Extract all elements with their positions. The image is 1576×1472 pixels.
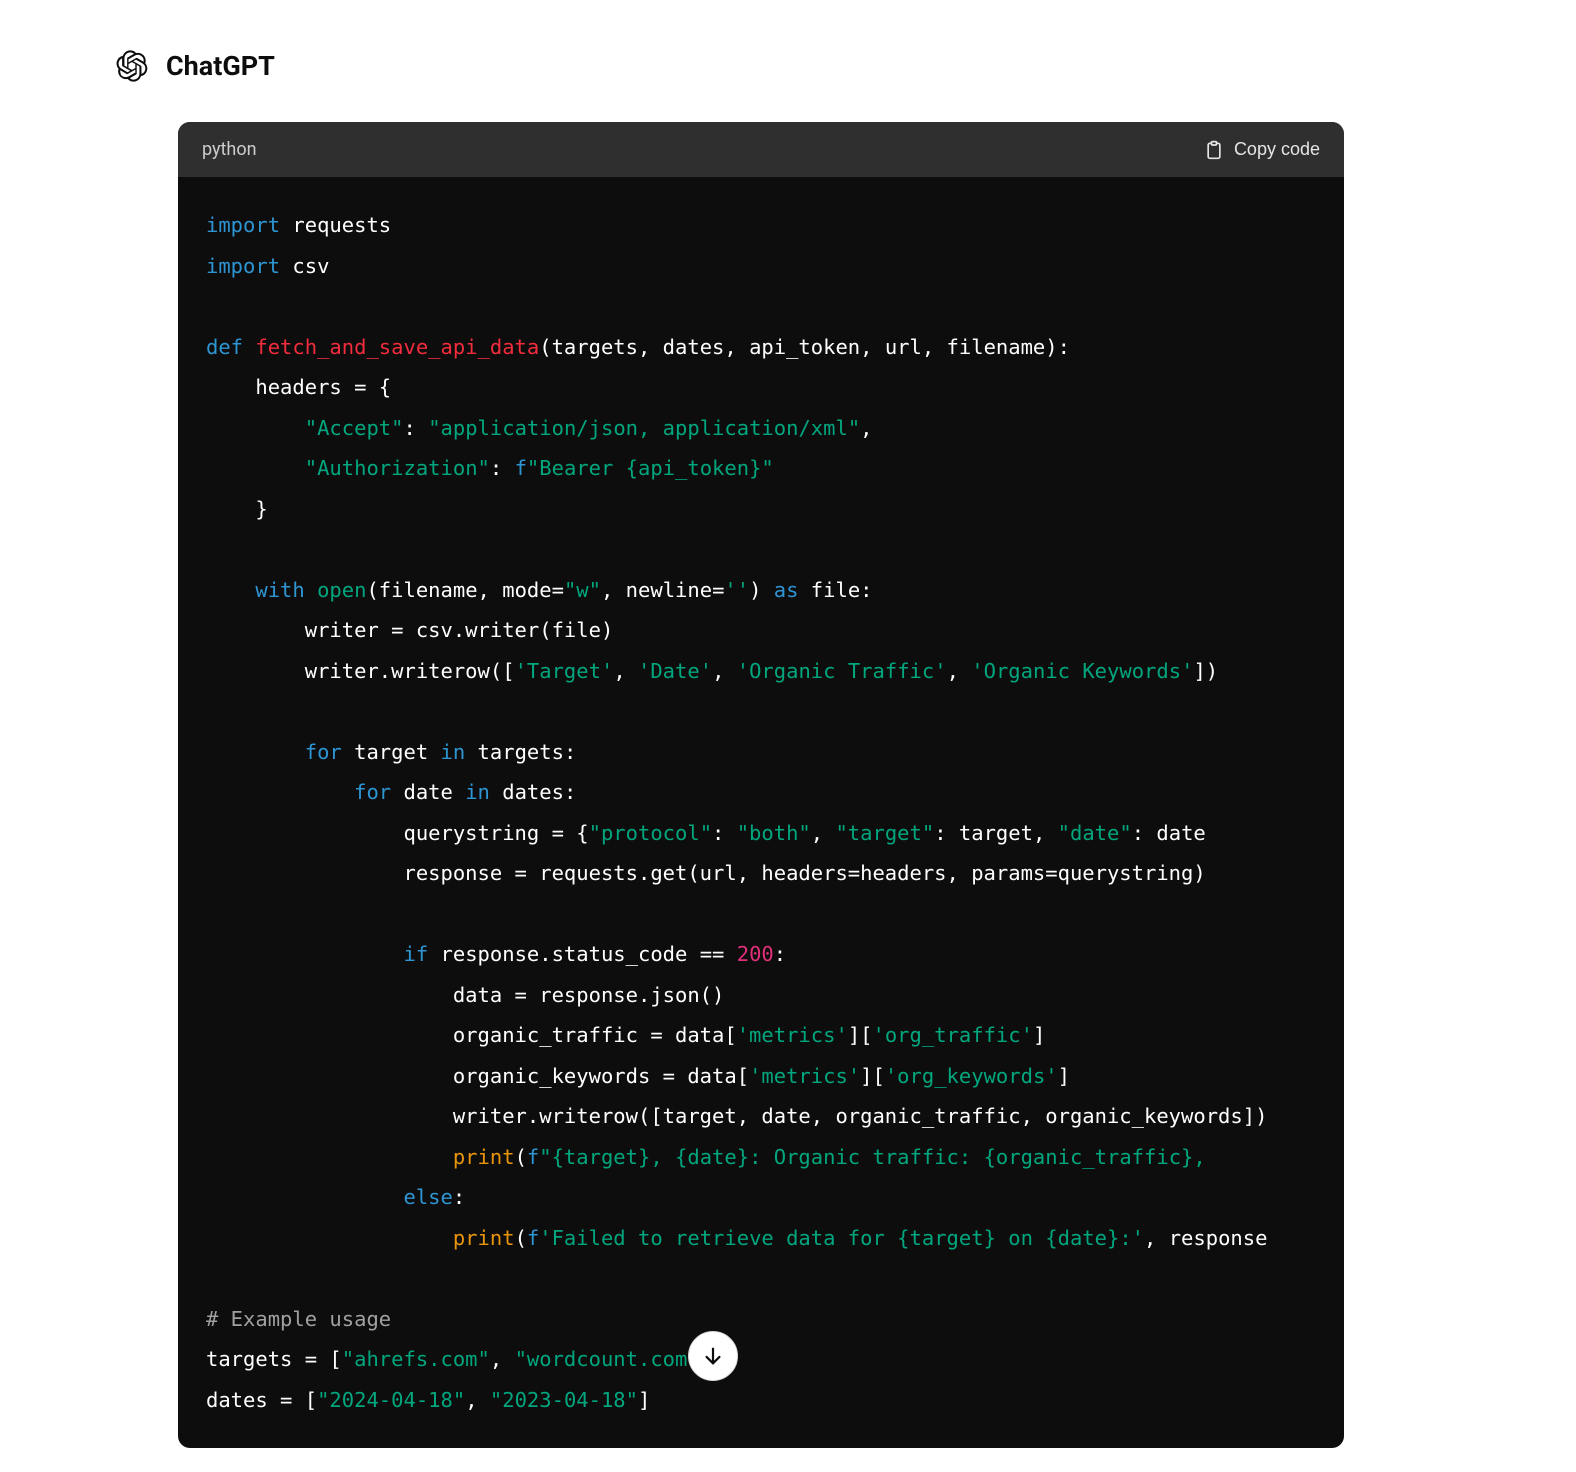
chatgpt-logo-icon [116,50,148,82]
language-label: python [202,139,257,160]
copy-code-label: Copy code [1234,139,1320,160]
brand-name: ChatGPT [166,50,275,82]
code-block: python Copy code import requests import … [178,122,1344,1448]
code-toolbar: python Copy code [178,122,1344,177]
page-header: ChatGPT [116,50,275,82]
arrow-down-icon [702,1345,724,1367]
code-content: import requests import csv def fetch_and… [206,205,1344,1420]
scroll-to-bottom-button[interactable] [688,1331,738,1381]
copy-code-button[interactable]: Copy code [1204,139,1320,161]
code-body: import requests import csv def fetch_and… [178,177,1344,1448]
clipboard-icon [1204,139,1224,161]
